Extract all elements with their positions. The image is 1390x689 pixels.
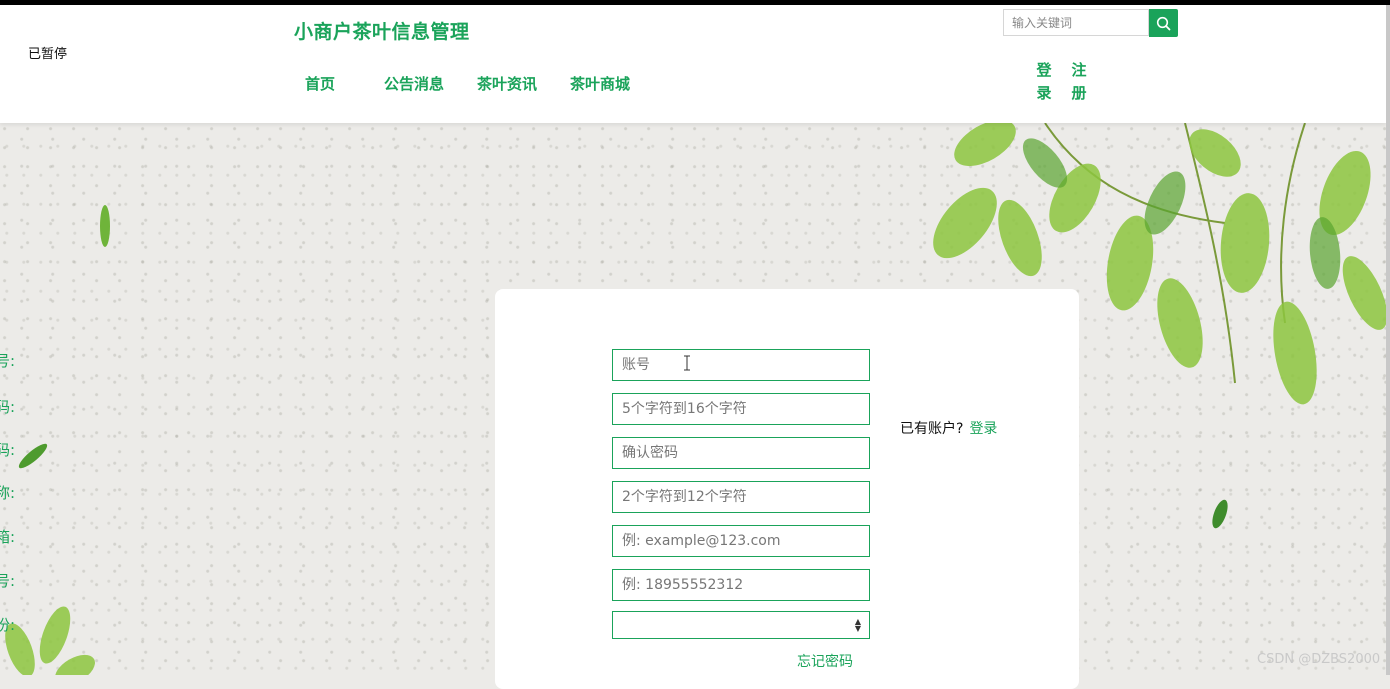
text-cursor-icon	[684, 355, 690, 371]
have-account-prompt: 已有账户? 登录	[900, 418, 997, 438]
nickname-input[interactable]	[612, 481, 870, 513]
watermark: CSDN @DZBS2000	[1257, 652, 1381, 667]
register-form-card: 账号: 设置密码: 确认密码: 昵称: 邮箱: 手机号: 身份: ▲▼ 已有账户…	[0, 289, 1079, 689]
site-title: 小商户茶叶信息管理	[294, 21, 470, 43]
search-box	[1003, 9, 1149, 36]
leaf-decoration-small	[1212, 499, 1228, 529]
email-label: 邮箱:	[0, 528, 15, 546]
email-input[interactable]	[612, 525, 870, 557]
nav-tea-news[interactable]: 茶叶资讯	[477, 73, 537, 94]
account-label: 账号:	[0, 352, 15, 370]
phone-input[interactable]	[612, 569, 870, 601]
confirm-password-label: 确认密码:	[0, 441, 15, 459]
identity-select[interactable]: ▲ ▼	[612, 611, 870, 639]
search-button[interactable]	[1149, 9, 1178, 37]
password-input[interactable]	[612, 393, 870, 425]
nav-tea-mall[interactable]: 茶叶商城	[570, 73, 630, 94]
search-input[interactable]	[1004, 10, 1148, 35]
paused-status-label: 已暂停	[28, 47, 68, 62]
nav-announcements[interactable]: 公告消息	[384, 73, 444, 94]
form-login-link[interactable]: 登录	[969, 421, 997, 437]
forgot-password-link[interactable]: 忘记密码	[797, 651, 853, 671]
nickname-label: 昵称:	[0, 484, 15, 502]
account-input[interactable]	[612, 349, 870, 381]
header-register-link[interactable]: 注册	[1071, 59, 1087, 105]
confirm-password-input[interactable]	[612, 437, 870, 469]
identity-label: 身份:	[0, 616, 15, 634]
leaf-decoration-small	[100, 205, 110, 247]
nav-home[interactable]: 首页	[305, 73, 335, 94]
leaf-decoration-small	[18, 443, 48, 469]
header-login-link[interactable]: 登录	[1036, 59, 1052, 105]
site-header: 已暂停 小商户茶叶信息管理 首页 公告消息 茶叶资讯 茶叶商城 登录 注册	[0, 5, 1386, 123]
password-label: 设置密码:	[0, 398, 15, 416]
phone-label: 手机号:	[0, 572, 15, 590]
scrollbar[interactable]	[1386, 5, 1390, 675]
select-arrows-icon: ▲ ▼	[854, 617, 861, 633]
search-icon	[1156, 16, 1171, 30]
have-account-text: 已有账户?	[900, 421, 964, 437]
